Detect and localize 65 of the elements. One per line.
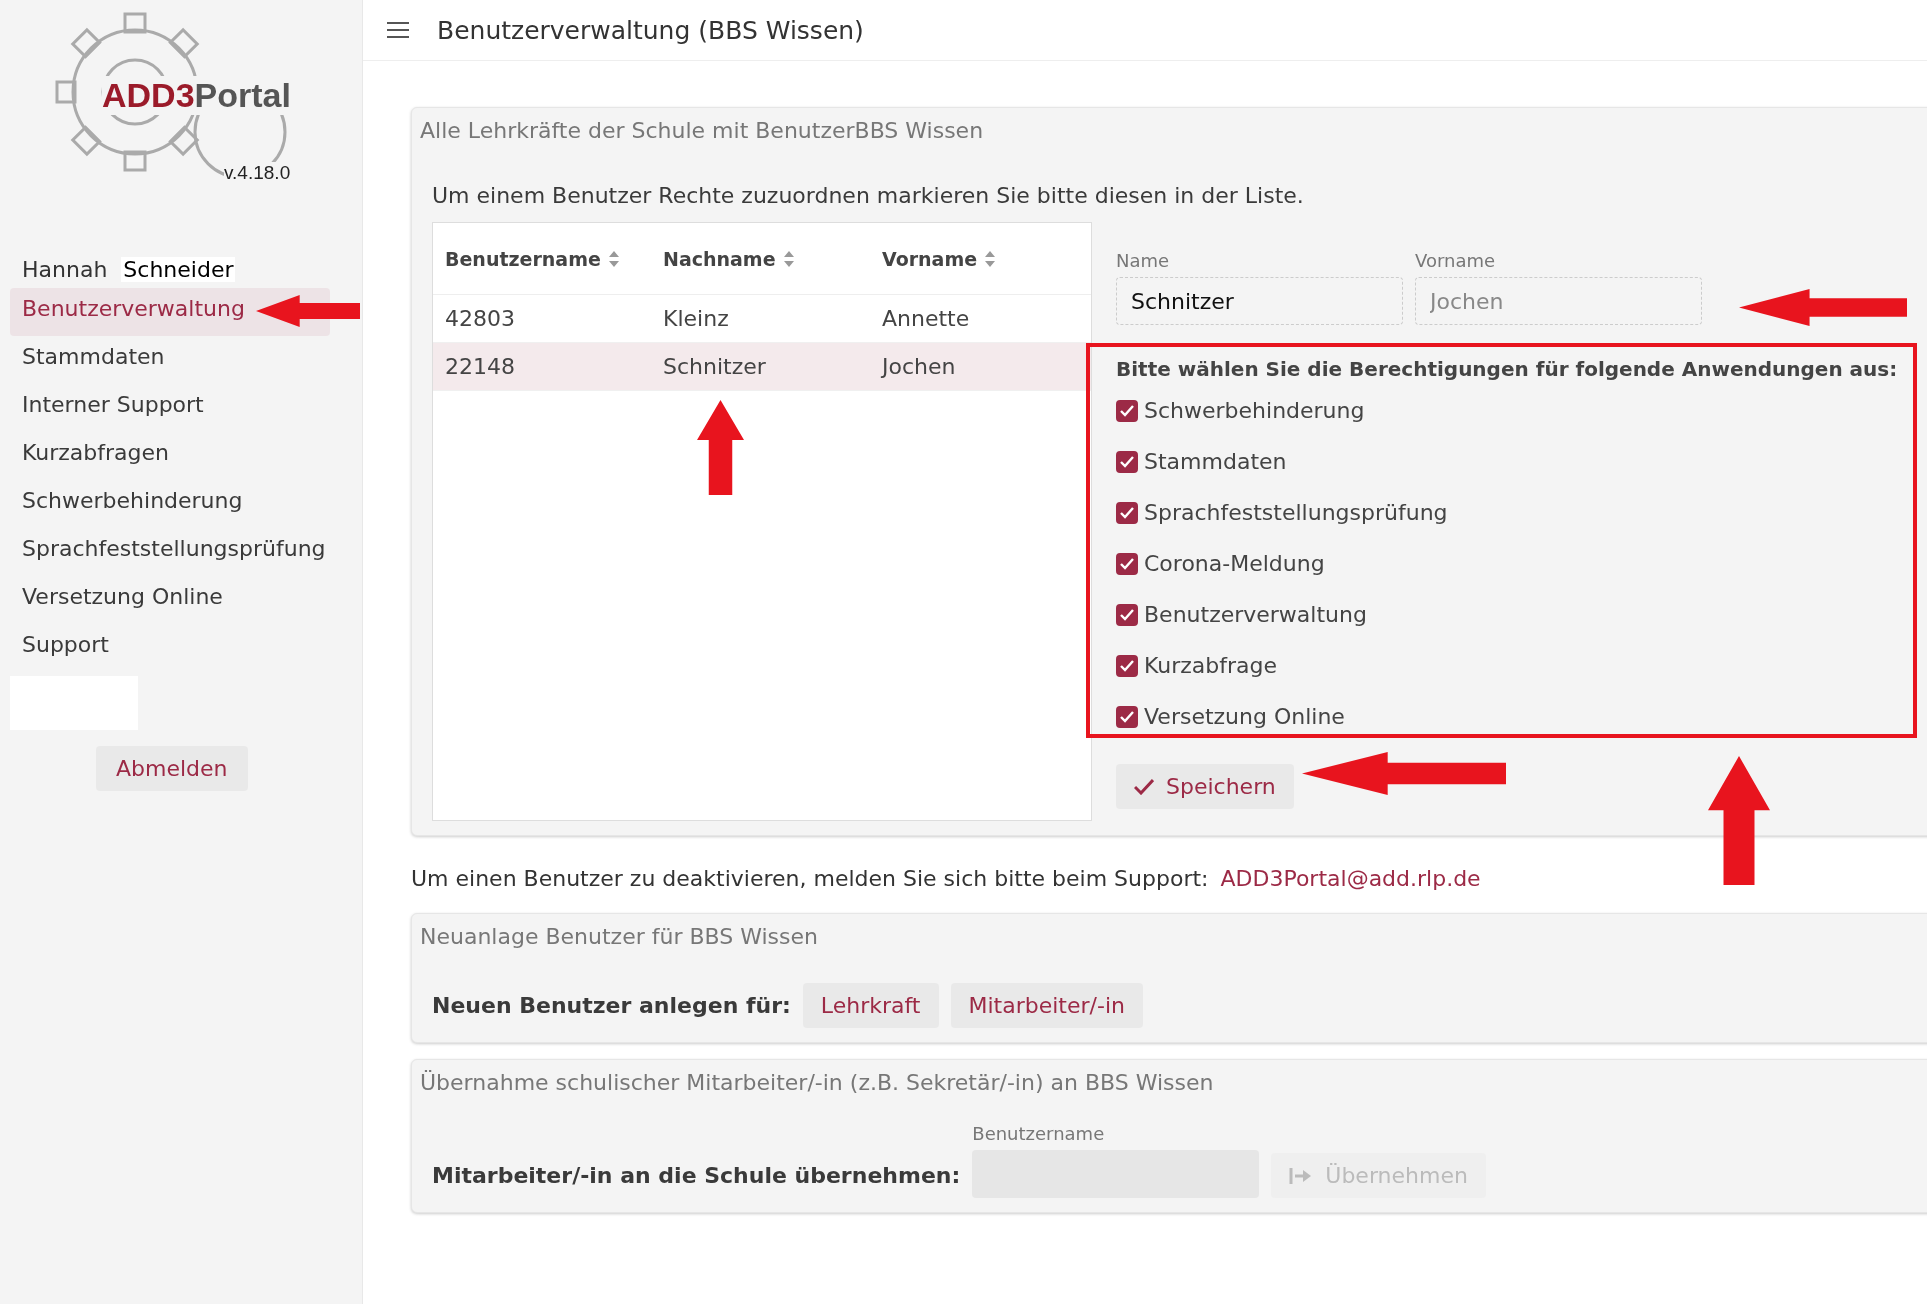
support-note: Um einen Benutzer zu deaktivieren, melden Sie sich bitte beim Support: [411, 866, 1209, 891]
permissions-heading: Bitte wählen Sie die Berechtigungen für folgende Anwendungen aus: [1116, 357, 1898, 381]
column-header[interactable]: Vorname [882, 247, 1091, 270]
checkbox[interactable] [1116, 552, 1138, 575]
check-icon [1120, 710, 1134, 723]
panel-title: Neuanlage Benutzer für BBS Wissen [420, 924, 819, 949]
table-cell-text: Kleinz [663, 306, 730, 331]
check-icon [1134, 778, 1154, 795]
new-user-label: Neuen Benutzer anlegen für: [432, 993, 791, 1018]
sidebar-item[interactable]: Benutzerverwaltung [10, 288, 330, 336]
name-field[interactable]: Schnitzer [1116, 277, 1403, 325]
logo-text: ADD3Portal [102, 76, 291, 115]
field-label: Name [1116, 250, 1171, 271]
sidebar-item[interactable]: Versetzung Online [10, 576, 235, 624]
save-button[interactable]: Speichern [1116, 764, 1294, 809]
check-icon [1120, 506, 1134, 519]
sort-icon [608, 250, 619, 267]
sort-icon [985, 250, 996, 267]
sidebar-item[interactable]: Schwerbehinderung [10, 480, 255, 528]
checkbox[interactable] [1116, 399, 1138, 422]
table-cell-text: Schnitzer [663, 354, 767, 379]
checkbox[interactable] [1116, 450, 1138, 473]
checkbox[interactable] [1116, 705, 1138, 728]
page-title: Benutzerverwaltung (BBS Wissen) [437, 15, 864, 45]
check-icon [1120, 608, 1134, 621]
checkbox[interactable] [1116, 501, 1138, 524]
table-cell-text: Jochen [882, 354, 957, 379]
menu-icon[interactable] [387, 21, 409, 39]
table-cell-text: 42803 [445, 306, 516, 331]
checkbox-label: Corona-Meldung [1144, 551, 1325, 576]
sidebar-item[interactable]: Kurzabfragen [10, 432, 182, 480]
user-first-name: Hannah [22, 257, 108, 282]
create-user-button[interactable]: Mitarbeiter/-in [950, 983, 1143, 1028]
check-icon [1120, 404, 1134, 417]
field-label: Vorname [1415, 250, 1497, 271]
column-header[interactable]: Nachname [663, 247, 882, 270]
check-icon [1120, 557, 1134, 570]
transfer-label: Mitarbeiter/-in an die Schule übernehmen: [432, 1163, 961, 1190]
create-user-button[interactable]: Lehrkraft [802, 983, 939, 1028]
check-icon [1120, 659, 1134, 672]
sort-icon [783, 250, 794, 267]
field-label: Benutzername [972, 1123, 1106, 1144]
table-cell-text: Annette [882, 306, 971, 331]
checkbox[interactable] [1116, 603, 1138, 626]
sidebar-item[interactable]: Stammdaten [10, 336, 177, 384]
checkbox-label: Stammdaten [1144, 449, 1287, 474]
checkbox-label: Kurzabfrage [1144, 653, 1278, 678]
checkbox-label: Benutzerverwaltung [1144, 602, 1367, 627]
checkbox-label: Versetzung Online [1144, 704, 1345, 729]
checkbox-label: Schwerbehinderung [1144, 398, 1365, 423]
table-cell-text: 22148 [445, 354, 516, 379]
table-row[interactable]: 22148 Schnitzer Jochen [433, 343, 1091, 391]
panel-title: Alle Lehrkräfte der Schule mit BenutzerBBS Wissen [420, 118, 985, 143]
checkbox-label: Sprachfeststellungsprüfung [1144, 500, 1448, 525]
sidebar-item[interactable]: Interner Support [10, 384, 216, 432]
column-header[interactable]: Benutzername [445, 247, 663, 270]
panel-title: Übernahme schulischer Mitarbeiter/-in (z.B. Sekretär/-in) an BBS Wissen [420, 1070, 1215, 1095]
support-email-link[interactable]: ADD3Portal@add.rlp.de [1220, 866, 1481, 891]
sidebar-item[interactable]: Sprachfeststellungsprüfung [10, 528, 338, 576]
check-icon [1120, 455, 1134, 468]
sidebar-item[interactable]: Support [10, 624, 121, 672]
instruction-text: Um einem Benutzer Rechte zuzuordnen markieren Sie bitte diesen in der Liste. [432, 183, 1305, 208]
user-last-name: Schneider [121, 257, 236, 282]
logout-button[interactable]: Abmelden [96, 746, 248, 791]
checkbox[interactable] [1116, 654, 1138, 677]
